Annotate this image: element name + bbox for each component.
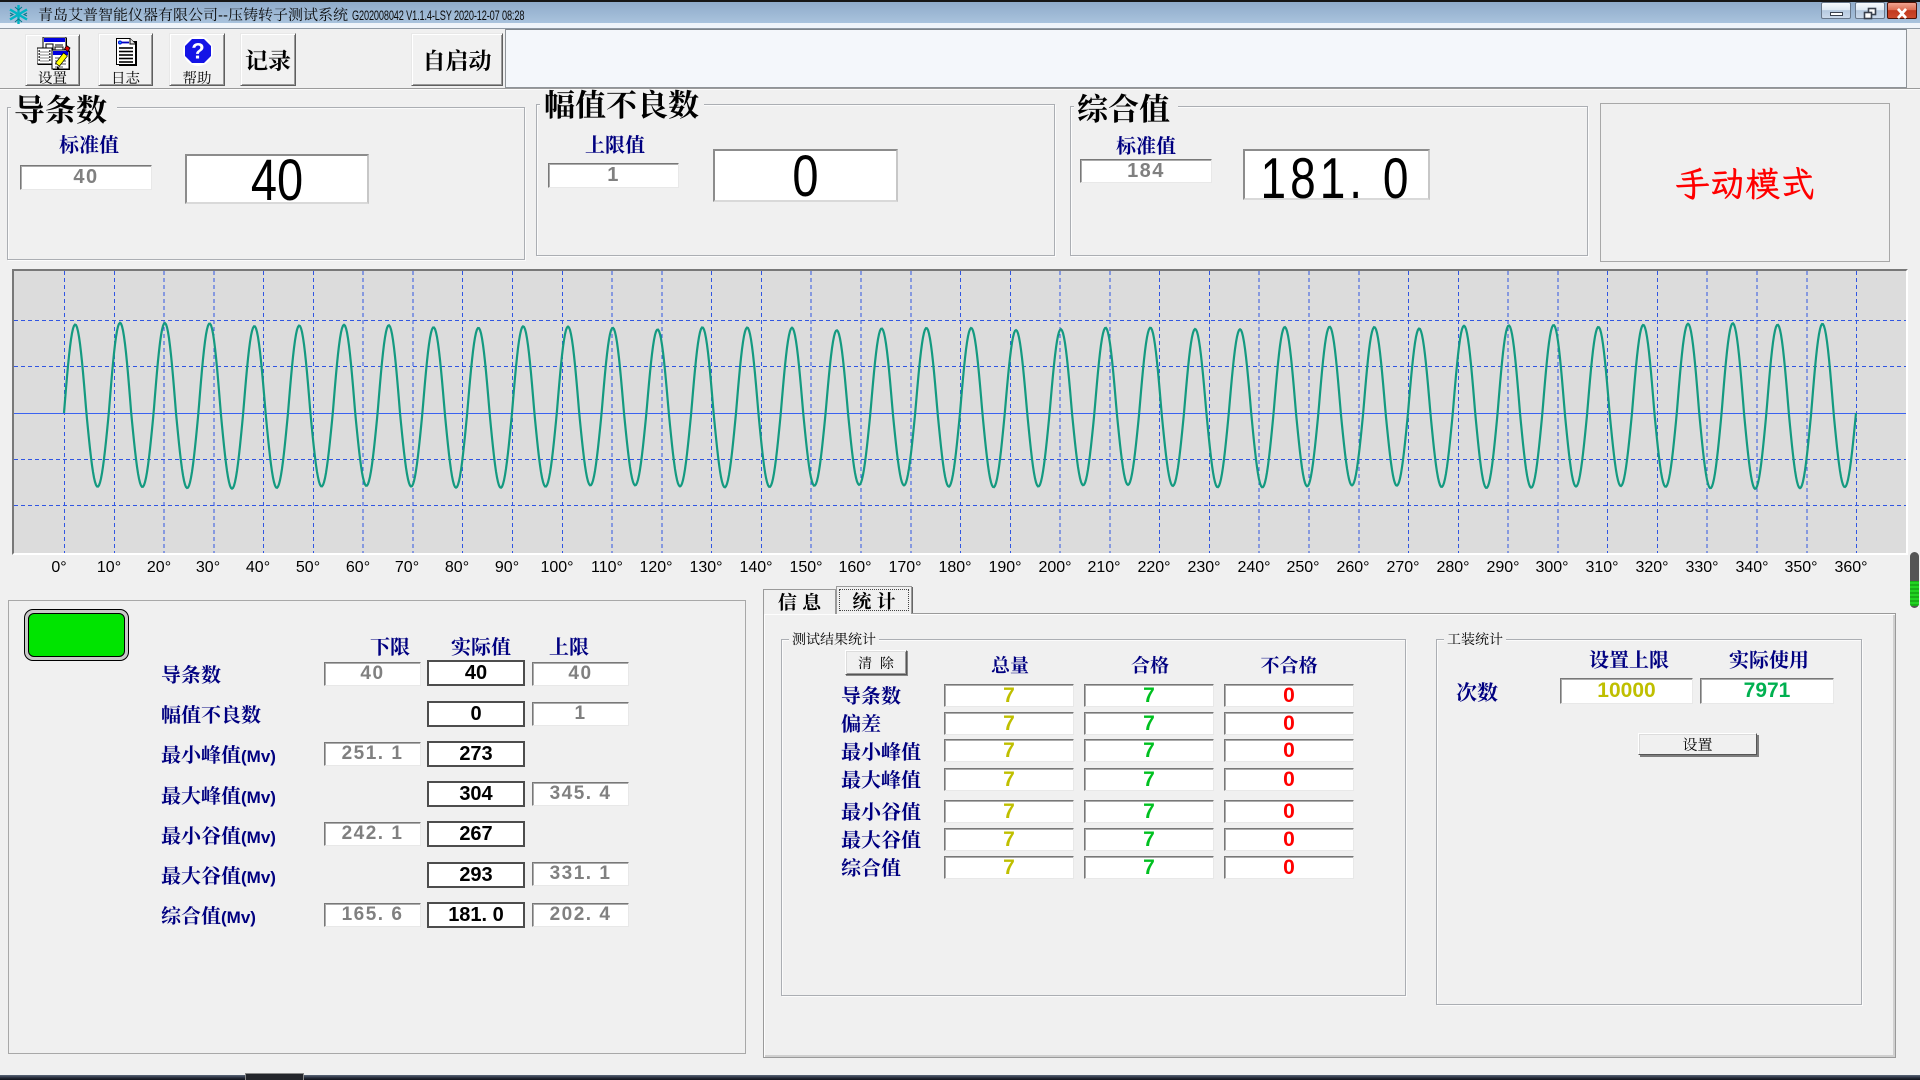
- svg-text:?: ?: [191, 39, 204, 64]
